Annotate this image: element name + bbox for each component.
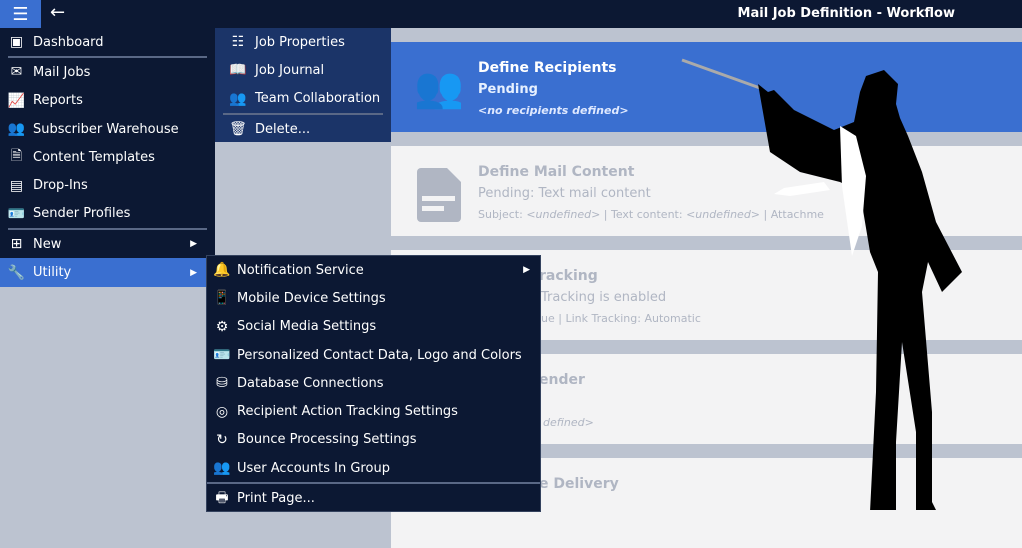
nav-label: Reports: [33, 93, 83, 109]
main-nav: ▣ Dashboard ✉ Mail Jobs 📈 Reports 👥 Subscrib…: [0, 28, 215, 287]
document-icon: 🗎: [10, 148, 23, 165]
menu-label: Delete...: [255, 121, 311, 137]
step-title: Define Mail Content: [478, 164, 635, 180]
folder-plus-icon: ⊞: [10, 236, 23, 253]
bell-icon: 🔔: [213, 262, 231, 279]
mail-icon: ✉: [10, 64, 23, 81]
menu-label: Social Media Settings: [237, 319, 377, 335]
nav-label: Content Templates: [33, 149, 155, 165]
gear-box-icon: ⚙: [215, 318, 229, 335]
step-title: ender: [539, 372, 585, 388]
page-title: Mail Job Definition - Workflow: [737, 6, 955, 21]
step-status: Pending: [478, 82, 538, 97]
menu-label: Recipient Action Tracking Settings: [237, 404, 458, 420]
job-properties-item[interactable]: ☷ Job Properties: [215, 28, 391, 56]
book-icon: 📖: [229, 62, 247, 79]
job-journal-item[interactable]: 📖 Job Journal: [215, 56, 391, 84]
people-outline-icon: 👥: [229, 90, 247, 107]
menu-label: Notification Service: [237, 262, 364, 278]
nav-mail-jobs[interactable]: ✉ Mail Jobs: [0, 58, 215, 86]
nav-subscriber-warehouse[interactable]: 👥 Subscriber Warehouse: [0, 115, 215, 143]
step-title: e Delivery: [539, 476, 619, 492]
personalized-contact-item[interactable]: 🪪 Personalized Contact Data, Logo and Col…: [207, 341, 540, 369]
user-accounts-item[interactable]: 👥 User Accounts In Group: [207, 454, 540, 482]
menu-label: Job Properties: [255, 34, 345, 50]
document-icon: [413, 168, 465, 222]
step-detail: defined>: [543, 416, 594, 429]
database-connections-item[interactable]: ⛁ Database Connections: [207, 369, 540, 397]
nav-label: Drop-Ins: [33, 178, 88, 194]
trash-icon: 🗑: [229, 121, 247, 138]
step-detail: ue | Link Tracking: Automatic: [541, 312, 701, 325]
id-card-icon: 🪪: [7, 205, 26, 222]
menu-button[interactable]: ☰: [0, 0, 41, 28]
radar-icon: ◎: [215, 403, 229, 420]
nav-utility[interactable]: 🔧 Utility ▶: [0, 258, 215, 287]
menu-label: Personalized Contact Data, Logo and Colo…: [237, 347, 522, 363]
detail-text: Subject:: [478, 208, 527, 221]
wrench-icon: 🔧: [7, 264, 26, 281]
bounce-icon: ↻: [216, 431, 228, 448]
nav-dashboard[interactable]: ▣ Dashboard: [0, 28, 215, 56]
chevron-right-icon: ▶: [190, 267, 197, 278]
people-icon: 👥: [414, 65, 464, 111]
nav-sender-profiles[interactable]: 🪪 Sender Profiles: [0, 200, 215, 228]
job-menu: ☷ Job Properties 📖 Job Journal 👥 Team Colla…: [215, 28, 391, 142]
nav-label: Dashboard: [33, 34, 104, 50]
recipient-action-tracking-item[interactable]: ◎ Recipient Action Tracking Settings: [207, 397, 540, 425]
menu-label: Mobile Device Settings: [237, 290, 386, 306]
utility-submenu: 🔔 Notification Service ▶ 📱 Mobile Device Se…: [206, 255, 541, 512]
detail-text: | Text content:: [600, 208, 687, 221]
nav-reports[interactable]: 📈 Reports: [0, 87, 215, 115]
step-status: Pending: Text mail content: [478, 186, 651, 201]
people-icon: 👥: [7, 121, 26, 138]
chevron-right-icon: ▶: [190, 239, 197, 250]
mobile-gear-icon: 📱: [213, 290, 231, 307]
id-card-icon: 🪪: [213, 347, 231, 364]
chart-icon: 📈: [7, 92, 26, 109]
back-arrow-icon[interactable]: ←: [50, 2, 65, 23]
team-collaboration-item[interactable]: 👥 Team Collaboration: [215, 85, 391, 113]
menu-label: Team Collaboration: [255, 91, 381, 107]
notification-service-item[interactable]: 🔔 Notification Service ▶: [207, 256, 540, 284]
nav-label: Mail Jobs: [33, 64, 91, 80]
nav-label: Sender Profiles: [33, 206, 131, 222]
inbox-icon: ▤: [9, 177, 24, 194]
list-icon: ☷: [231, 34, 245, 51]
nav-content-templates[interactable]: 🗎 Content Templates: [0, 143, 215, 171]
print-page-item[interactable]: 🖶 Print Page...: [207, 484, 540, 512]
nav-drop-ins[interactable]: ▤ Drop-Ins: [0, 171, 215, 199]
social-media-settings-item[interactable]: ⚙ Social Media Settings: [207, 313, 540, 341]
printer-icon: 🖶: [215, 489, 229, 506]
mobile-device-settings-item[interactable]: 📱 Mobile Device Settings: [207, 284, 540, 312]
step-status: Tracking is enabled: [541, 290, 667, 305]
nav-new[interactable]: ⊞ New ▶: [0, 230, 215, 258]
nav-label: Utility: [33, 265, 72, 281]
menu-label: User Accounts In Group: [237, 460, 390, 476]
nav-label: New: [33, 236, 62, 252]
step-detail: <no recipients defined>: [478, 104, 629, 117]
people-outline-icon: 👥: [213, 460, 231, 477]
bounce-processing-item[interactable]: ↻ Bounce Processing Settings: [207, 426, 540, 454]
top-bar: ☰ ← Mail Job Definition - Workflow: [0, 0, 1022, 28]
delete-item[interactable]: 🗑 Delete...: [215, 115, 391, 143]
step-title: racking: [539, 268, 598, 284]
menu-label: Database Connections: [237, 375, 384, 391]
nav-label: Subscriber Warehouse: [33, 121, 179, 137]
menu-label: Bounce Processing Settings: [237, 432, 417, 448]
conductor-illustration: [681, 58, 962, 510]
menu-label: Print Page...: [237, 491, 315, 507]
chevron-right-icon: ▶: [523, 265, 530, 276]
dashboard-icon: ▣: [9, 34, 24, 51]
detail-value: <undefined>: [526, 208, 601, 221]
menu-label: Job Journal: [255, 62, 325, 78]
step-title: Define Recipients: [478, 60, 617, 76]
database-icon: ⛁: [216, 375, 228, 392]
